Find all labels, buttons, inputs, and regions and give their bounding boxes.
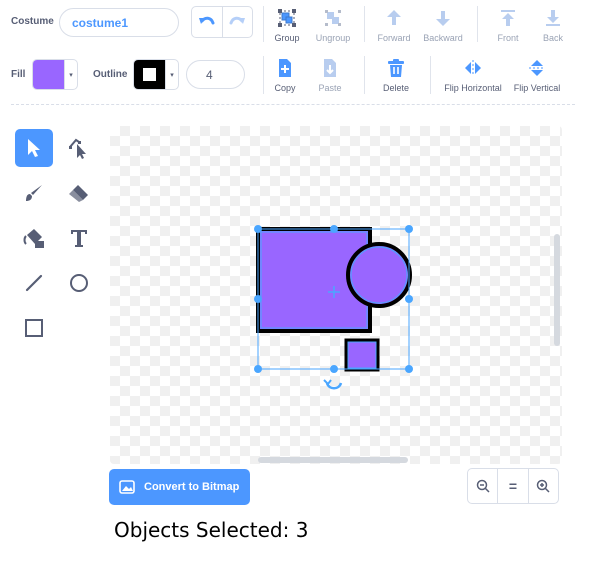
fill-tool[interactable] bbox=[15, 219, 53, 257]
chevron-down-icon: ▾ bbox=[64, 60, 77, 89]
fill-color-swatch bbox=[33, 60, 64, 89]
flip-horizontal-button[interactable]: Flip Horizontal bbox=[443, 58, 503, 93]
resize-handle[interactable] bbox=[405, 365, 413, 373]
redo-button[interactable] bbox=[223, 7, 253, 37]
costume-label: Costume bbox=[11, 16, 54, 27]
line-tool[interactable] bbox=[15, 264, 53, 302]
resize-handle[interactable] bbox=[254, 365, 262, 373]
undo-icon bbox=[198, 16, 215, 25]
resize-handle[interactable] bbox=[405, 295, 413, 303]
rotate-handle-icon[interactable] bbox=[323, 379, 343, 390]
reshape-icon bbox=[69, 138, 86, 159]
outline-width-input[interactable] bbox=[186, 60, 245, 89]
equals-icon: = bbox=[508, 478, 518, 494]
flip-vertical-button[interactable]: Flip Vertical bbox=[507, 58, 567, 93]
convert-to-bitmap-label: Convert to Bitmap bbox=[144, 481, 240, 493]
vertical-scrollbar[interactable] bbox=[554, 234, 560, 346]
circle-icon bbox=[70, 274, 88, 292]
undo-redo-group bbox=[191, 6, 253, 38]
paste-icon bbox=[324, 59, 336, 77]
undo-button[interactable] bbox=[192, 7, 223, 37]
text-icon bbox=[71, 230, 87, 247]
objects-selected-status: Objects Selected: 3 bbox=[114, 518, 309, 542]
paint-canvas[interactable] bbox=[110, 126, 562, 464]
copy-icon bbox=[279, 59, 291, 77]
ungroup-label: Ungroup bbox=[315, 33, 351, 43]
flip-vertical-label: Flip Vertical bbox=[513, 83, 561, 93]
select-tool[interactable] bbox=[15, 129, 53, 167]
zoom-out-button[interactable] bbox=[468, 469, 499, 503]
back-label: Back bbox=[542, 33, 563, 43]
back-icon bbox=[546, 10, 560, 26]
forward-label: Forward bbox=[377, 33, 411, 43]
delete-label: Delete bbox=[382, 83, 409, 93]
zoom-controls: = bbox=[467, 468, 559, 504]
outline-color-swatch bbox=[134, 60, 165, 89]
group-icon bbox=[278, 9, 296, 27]
outline-color-picker[interactable]: ▾ bbox=[133, 59, 179, 90]
front-label: Front bbox=[497, 33, 519, 43]
ungroup-icon bbox=[325, 10, 341, 26]
front-icon bbox=[501, 10, 515, 26]
convert-to-bitmap-button[interactable]: Convert to Bitmap bbox=[109, 469, 250, 505]
fill-label: Fill bbox=[11, 69, 26, 80]
text-tool[interactable] bbox=[60, 219, 98, 257]
backward-label: Backward bbox=[423, 33, 463, 43]
rectangle-tool[interactable] bbox=[15, 309, 53, 347]
flip-horizontal-icon bbox=[465, 60, 481, 76]
outline-label: Outline bbox=[93, 69, 128, 80]
copy-label: Copy bbox=[274, 83, 296, 93]
zoom-out-icon bbox=[476, 479, 490, 493]
paste-button[interactable]: Paste bbox=[300, 58, 360, 93]
line-icon bbox=[25, 274, 43, 292]
zoom-reset-button[interactable]: = bbox=[498, 469, 529, 503]
brush-tool[interactable] bbox=[15, 174, 53, 212]
ungroup-button[interactable]: Ungroup bbox=[303, 8, 363, 43]
toolbar-divider bbox=[11, 104, 575, 105]
horizontal-scrollbar[interactable] bbox=[258, 457, 408, 463]
backward-button[interactable]: Backward bbox=[413, 8, 473, 43]
separator bbox=[430, 56, 431, 94]
paint-bucket-icon bbox=[23, 229, 44, 248]
backward-icon bbox=[436, 11, 450, 26]
circle-shape[interactable] bbox=[346, 242, 412, 308]
group-label: Group bbox=[274, 33, 300, 43]
arrow-cursor-icon bbox=[28, 139, 40, 157]
small-square-shape[interactable] bbox=[344, 338, 380, 372]
canvas-drawing bbox=[254, 225, 560, 463]
zoom-in-icon bbox=[537, 479, 550, 493]
flip-vertical-icon bbox=[529, 60, 545, 76]
eraser-icon bbox=[69, 185, 88, 202]
fill-color-picker[interactable]: ▾ bbox=[32, 59, 78, 90]
back-button[interactable]: Back bbox=[523, 8, 583, 43]
resize-handle[interactable] bbox=[254, 295, 262, 303]
brush-icon bbox=[26, 185, 42, 201]
forward-icon bbox=[387, 10, 401, 25]
resize-handle[interactable] bbox=[330, 365, 338, 373]
trash-icon bbox=[388, 59, 404, 77]
image-icon bbox=[119, 480, 135, 494]
eraser-tool[interactable] bbox=[60, 174, 98, 212]
delete-button[interactable]: Delete bbox=[366, 58, 426, 93]
chevron-down-icon: ▾ bbox=[165, 60, 178, 89]
resize-handle[interactable] bbox=[405, 225, 413, 233]
circle-tool[interactable] bbox=[60, 264, 98, 302]
rectangle-icon bbox=[25, 319, 43, 337]
redo-icon bbox=[229, 16, 246, 25]
paste-label: Paste bbox=[318, 83, 342, 93]
reshape-tool[interactable] bbox=[60, 129, 98, 167]
resize-handle[interactable] bbox=[254, 225, 262, 233]
resize-handle[interactable] bbox=[330, 225, 338, 233]
zoom-in-button[interactable] bbox=[529, 469, 558, 503]
costume-name-input[interactable] bbox=[59, 8, 179, 37]
flip-horizontal-label: Flip Horizontal bbox=[444, 83, 502, 93]
separator bbox=[364, 56, 365, 94]
